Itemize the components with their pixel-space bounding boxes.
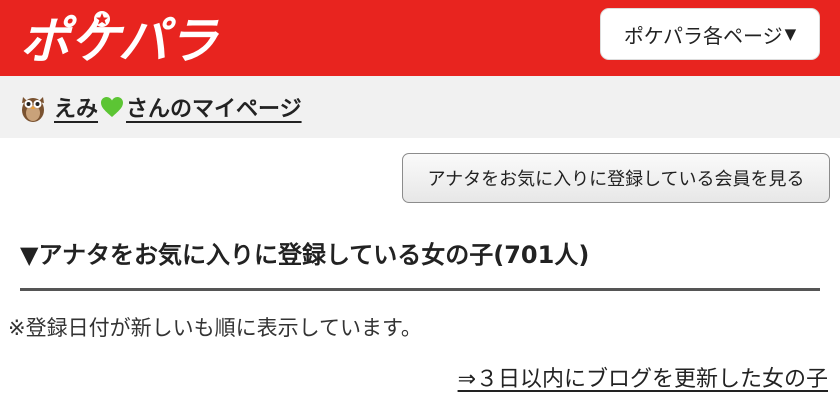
green-heart-icon [101, 97, 124, 117]
pokepara-logo[interactable]: ポケパラ [18, 8, 238, 68]
recent-blog-girls-link[interactable]: ⇒３日以内にブログを更新した女の子 [458, 362, 828, 392]
view-fav-members-button[interactable]: アナタをお気に入りに登録している会員を見る [402, 153, 830, 203]
mypage-bar: えみ さんのマイページ [0, 76, 840, 138]
mypage-link[interactable]: えみ さんのマイページ [20, 90, 302, 124]
site-header: ポケパラ ポケパラ各ページ ▼ [0, 0, 840, 76]
section-divider [20, 288, 820, 291]
page-menu-label: ポケパラ各ページ [623, 23, 783, 48]
logo-text: ポケパラ [20, 12, 220, 68]
user-name: えみ [54, 97, 99, 122]
section-title: ▼アナタをお気に入りに登録している女の子(701人) [20, 240, 590, 269]
chevron-down-icon: ▼ [784, 25, 797, 43]
mypage-suffix: さんのマイページ [126, 97, 302, 122]
sort-note: ※登録日付が新しいも順に表示しています。 [8, 316, 422, 340]
page-menu-dropdown[interactable]: ポケパラ各ページ ▼ [600, 8, 820, 60]
owl-icon [22, 97, 44, 122]
